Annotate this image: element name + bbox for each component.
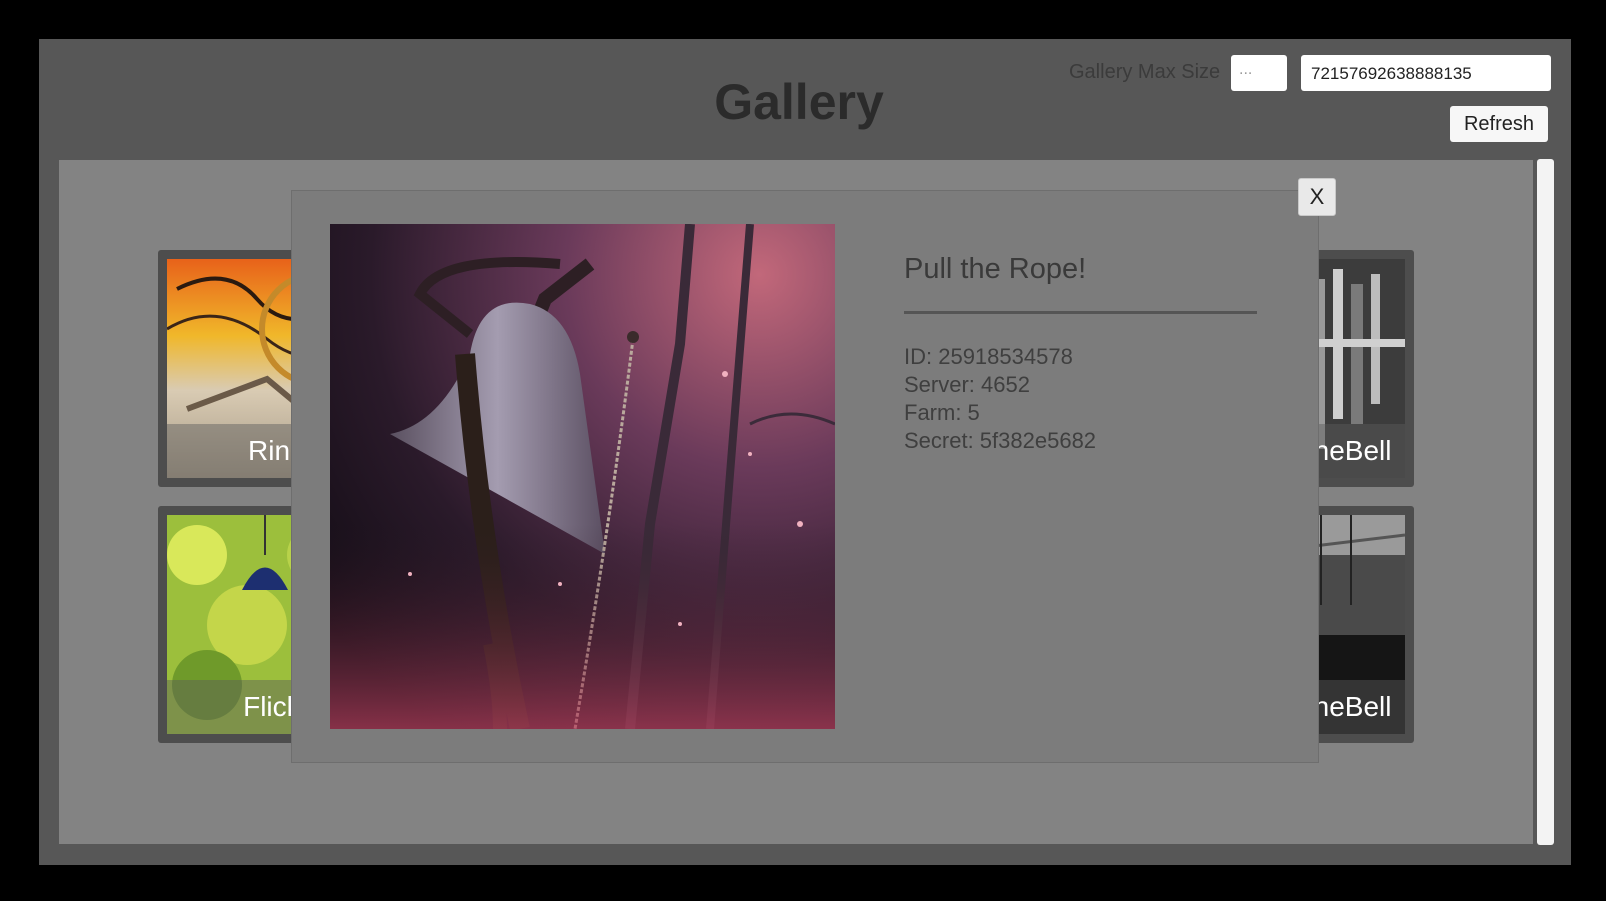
photo-image: [330, 224, 835, 729]
photo-server: Server: 4652: [904, 372, 1030, 397]
photo-title: Pull the Rope!: [904, 253, 1087, 285]
gallery-scrollbar[interactable]: [1537, 159, 1554, 845]
photo-secret: Secret: 5f382e5682: [904, 428, 1097, 453]
user-id-input[interactable]: 72157692638888135: [1301, 55, 1551, 91]
photo-detail-modal: Pull the Rope! ID: 25918534578 Server: 4…: [291, 190, 1319, 763]
gallery-max-size-input[interactable]: ...: [1231, 55, 1287, 91]
gallery-max-size-label: Gallery Max Size: [1069, 61, 1221, 83]
refresh-button[interactable]: Refresh: [1450, 106, 1548, 142]
close-modal-button[interactable]: X: [1298, 178, 1336, 216]
title-divider: [904, 311, 1257, 314]
photo-farm: Farm: 5: [904, 400, 980, 425]
photo-id: ID: 25918534578: [904, 344, 1073, 369]
photo-metadata: ID: 25918534578 Server: 4652 Farm: 5 Sec…: [904, 343, 1096, 455]
